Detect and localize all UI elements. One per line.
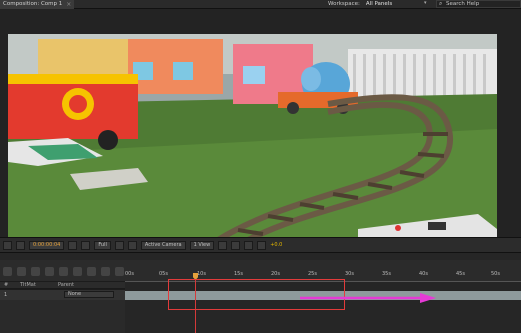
composition-tab-label: Composition: Comp 1 [3,1,63,7]
ruler-tick-label: 35s [382,271,391,277]
timeline-tab-bar [0,252,521,260]
workspace-switcher[interactable]: Workspace: All Panels [328,0,392,9]
column-name: TItMat [20,282,36,288]
always-preview-icon[interactable] [3,240,12,250]
flowchart-icon[interactable] [257,240,267,250]
ruler-tick-label: 05s [159,271,168,277]
ruler-tick-label: 00s [125,271,134,277]
ruler-tick-label: 20s [271,271,280,277]
parent-dropdown[interactable]: None [64,291,114,298]
camera-dropdown[interactable]: Active Camera [140,240,186,250]
motion-blur-icon[interactable] [73,267,82,276]
composition-tab[interactable]: Composition: Comp 1 × [0,0,75,9]
toggle-pixel-aspect-icon[interactable] [218,240,228,250]
frame-blending-icon[interactable] [59,267,68,276]
ruler-tick-label: 30s [345,271,354,277]
auto-keyframe-icon[interactable] [101,267,110,276]
color-channel-icon[interactable] [81,240,91,250]
ruler-tick-label: 45s [456,271,465,277]
layer-row[interactable]: 1 None [0,290,125,300]
brainstorm-icon[interactable] [87,267,96,276]
layer-column-headers: # TItMat Parent [0,282,125,289]
current-time-display[interactable]: 0:00:00:04 [29,240,65,250]
top-bar: Composition: Comp 1 × Workspace: All Pan… [0,0,521,9]
camera-snapshot-icon[interactable] [68,240,78,250]
composition-viewer[interactable] [0,9,521,240]
ruler-tick-label: 10s [197,271,206,277]
search-help-placeholder: Search Help [446,1,480,7]
fast-previews-icon[interactable] [231,240,241,250]
annotation-arrow-icon [300,293,436,303]
region-of-interest-icon[interactable] [114,240,124,250]
layer-number: 1 [4,292,8,298]
column-hash: # [4,282,9,288]
after-effects-window: Composition: Comp 1 × Workspace: All Pan… [0,0,521,333]
ruler-tick-label: 50s [491,271,500,277]
draft-3d-icon[interactable] [31,267,40,276]
ruler-tick-label: 25s [308,271,317,277]
search-icon: ⌕ [439,0,443,7]
close-icon[interactable]: × [66,1,71,8]
shy-layers-icon[interactable] [45,267,54,276]
search-help-field[interactable]: ⌕ Search Help [436,0,521,8]
transparency-grid-icon[interactable] [127,240,137,250]
column-parent: Parent [58,282,75,288]
exposure-value[interactable]: +0.0 [270,242,282,248]
workspace-label: Workspace: [328,1,360,7]
chevron-down-icon[interactable]: ▾ [424,1,429,6]
layer-panel-empty [0,300,125,333]
workspace-value: All Panels [365,1,393,7]
ruler-tick-label: 40s [419,271,428,277]
footage-frame [8,34,497,240]
graph-editor-icon[interactable] [115,267,124,276]
search-layers-icon[interactable] [3,267,12,276]
comp-mini-flowchart-icon[interactable] [17,267,26,276]
grid-icon[interactable] [16,240,25,250]
resolution-dropdown[interactable]: Full [94,240,111,250]
composition-toolbar: 0:00:00:04 Full Active Camera 1 View +0.… [0,237,521,252]
timeline-icon[interactable] [244,240,254,250]
view-layout-dropdown[interactable]: 1 View [189,240,215,250]
ruler-tick-label: 15s [234,271,243,277]
